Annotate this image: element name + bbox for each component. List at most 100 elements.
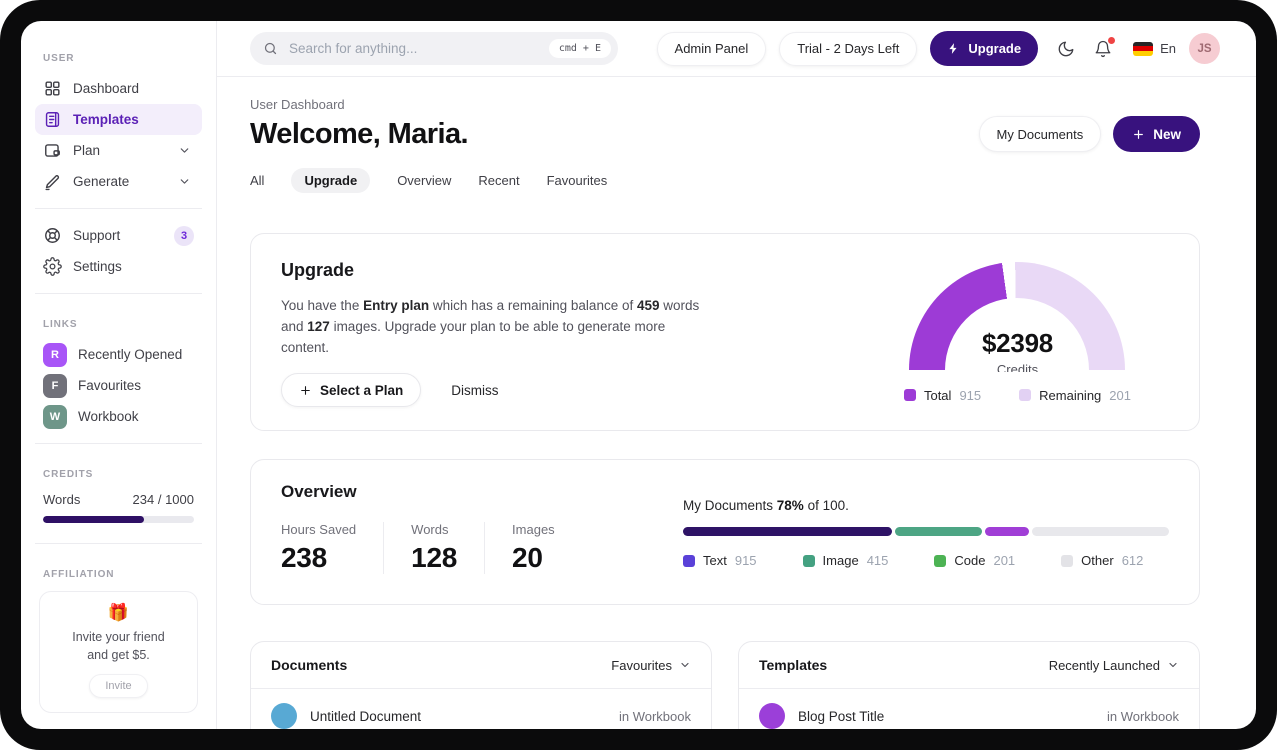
page-header-row: Welcome, Maria. My Documents New [250, 116, 1200, 152]
sidebar-link-label: Recently Opened [78, 347, 183, 362]
templates-icon [45, 112, 60, 127]
select-plan-button[interactable]: Select a Plan [281, 373, 422, 407]
stat-words: Words 128 [411, 522, 486, 574]
affiliation-text: Invite your friend and get $5. [72, 630, 165, 663]
templates-card-header: Templates Recently Launched [739, 642, 1199, 689]
upgrade-card-left: Upgrade You have the Entry plan which ha… [281, 260, 761, 407]
template-avatar [759, 703, 785, 729]
documents-filter-dropdown[interactable]: Favourites [611, 658, 691, 673]
search-icon [264, 42, 277, 55]
legend-swatch [903, 389, 916, 401]
tab-favourites[interactable]: Favourites [547, 168, 608, 193]
topbar: cmd + E Admin Panel Trial - 2 Days Left … [217, 21, 1256, 77]
bar-legend: Text 915 Image 415 Code 201 Other 612 [683, 553, 1169, 568]
user-avatar[interactable]: JS [1189, 33, 1220, 64]
app-window: USER Dashboard Templates Plan Generate S… [21, 21, 1256, 729]
sidebar-divider [35, 443, 202, 444]
language-label[interactable]: En [1160, 41, 1176, 56]
admin-panel-button[interactable]: Admin Panel [656, 31, 767, 66]
overview-card-left: Overview Hours Saved 238 Words 128 Image… [281, 482, 683, 578]
document-list-item[interactable]: Untitled Document in Workbook [251, 689, 711, 729]
sidebar-item-generate[interactable]: Generate [35, 166, 202, 197]
overview-card-right: My Documents 78% of 100. Text 915 Image … [683, 482, 1169, 578]
sidebar-item-plan[interactable]: Plan [35, 135, 202, 166]
legend-swatch [683, 554, 695, 567]
document-location: in Workbook [618, 708, 691, 724]
sidebar-link-recently-opened[interactable]: R Recently Opened [35, 339, 202, 370]
credits-gauge-value: $2398 [981, 327, 1053, 358]
filter-tabs: All Upgrade Overview Recent Favourites [250, 168, 1200, 193]
sidebar-link-favourites[interactable]: F Favourites [35, 370, 202, 401]
dismiss-button[interactable]: Dismiss [451, 383, 498, 398]
sidebar-item-dashboard[interactable]: Dashboard [35, 73, 202, 104]
tab-all[interactable]: All [250, 168, 264, 193]
credits-progress-fill [43, 516, 145, 523]
documents-card-title: Documents [271, 657, 348, 673]
legend-item-other: Other 612 [1061, 553, 1143, 568]
support-count-badge: 3 [174, 225, 194, 246]
legend-swatch [934, 554, 947, 567]
generate-pencil-icon [45, 175, 60, 191]
trial-status-badge[interactable]: Trial - 2 Days Left [779, 31, 918, 66]
credits-type-label: Words [43, 492, 81, 507]
dashboard-grid-icon [45, 81, 60, 96]
sidebar-link-workbook[interactable]: W Workbook [35, 401, 202, 432]
documents-stacked-bar [683, 527, 1169, 536]
sidebar-section-credits: CREDITS [43, 469, 94, 480]
chevron-down-icon [175, 144, 194, 157]
search-input[interactable] [287, 40, 540, 57]
search-shortcut-badge: cmd + E [548, 39, 611, 58]
sidebar-section-user: USER [43, 53, 75, 64]
plan-wallet-icon [45, 144, 60, 157]
credits-row: Words 234 / 1000 [43, 492, 194, 507]
sidebar-item-label: Support [73, 228, 121, 243]
legend-swatch [802, 554, 815, 567]
templates-card-title: Templates [759, 657, 828, 673]
credits-gauge-label: Credits [996, 361, 1039, 372]
template-list-item[interactable]: Blog Post Title in Workbook [739, 689, 1199, 729]
overview-stats: Hours Saved 238 Words 128 Images 20 [281, 522, 683, 574]
documents-progress-label: My Documents 78% of 100. [683, 498, 849, 513]
legend-swatch [1061, 554, 1074, 567]
sidebar-item-label: Settings [73, 259, 122, 274]
documents-card-header: Documents Favourites [251, 642, 711, 689]
new-button[interactable]: New [1113, 116, 1200, 152]
notifications-button[interactable] [1094, 36, 1116, 58]
templates-filter-dropdown[interactable]: Recently Launched [1049, 658, 1179, 673]
bar-segment-text [683, 527, 892, 536]
legend-item-image: Image 415 [802, 553, 888, 568]
stat-images: Images 20 [512, 522, 555, 573]
sidebar-divider [35, 293, 202, 294]
template-title: Blog Post Title [798, 708, 885, 724]
dark-mode-toggle[interactable] [1057, 40, 1075, 58]
content-area: User Dashboard Welcome, Maria. My Docume… [217, 77, 1256, 729]
documents-card: Documents Favourites Untitled Document i… [250, 641, 712, 729]
document-avatar [271, 703, 297, 729]
bar-segment-remainder [1032, 527, 1169, 536]
tab-recent[interactable]: Recent [478, 168, 519, 193]
sidebar-item-settings[interactable]: Settings [35, 251, 202, 282]
header-actions: My Documents New [978, 116, 1200, 152]
tab-overview[interactable]: Overview [397, 168, 451, 193]
gear-icon [43, 257, 62, 276]
credits-value: 234 / 1000 [132, 492, 194, 507]
sidebar-item-templates[interactable]: Templates [35, 104, 202, 135]
breadcrumb: User Dashboard [250, 97, 345, 112]
german-flag-icon[interactable] [1133, 41, 1154, 56]
page-title: Welcome, Maria. [250, 117, 469, 150]
sidebar-link-label: Favourites [78, 378, 142, 393]
sidebar-item-support[interactable]: Support 3 [35, 220, 202, 251]
templates-card: Templates Recently Launched Blog Post Ti… [738, 641, 1200, 729]
search-bar[interactable]: cmd + E [250, 32, 618, 65]
sidebar-section-links: LINKS [43, 319, 78, 330]
tab-upgrade[interactable]: Upgrade [291, 168, 371, 193]
support-lifebuoy-icon [45, 228, 60, 243]
template-location: in Workbook [1106, 708, 1179, 724]
credits-progress-track [43, 516, 194, 523]
upgrade-button[interactable]: Upgrade [930, 31, 1039, 66]
sidebar-divider [35, 208, 202, 209]
upgrade-card: Upgrade You have the Entry plan which ha… [250, 233, 1200, 431]
my-documents-button[interactable]: My Documents [978, 116, 1102, 152]
credits-gauge-block: $2398 Credits Total 915 Remaining 201 [903, 260, 1131, 404]
invite-button[interactable]: Invite [89, 674, 148, 699]
